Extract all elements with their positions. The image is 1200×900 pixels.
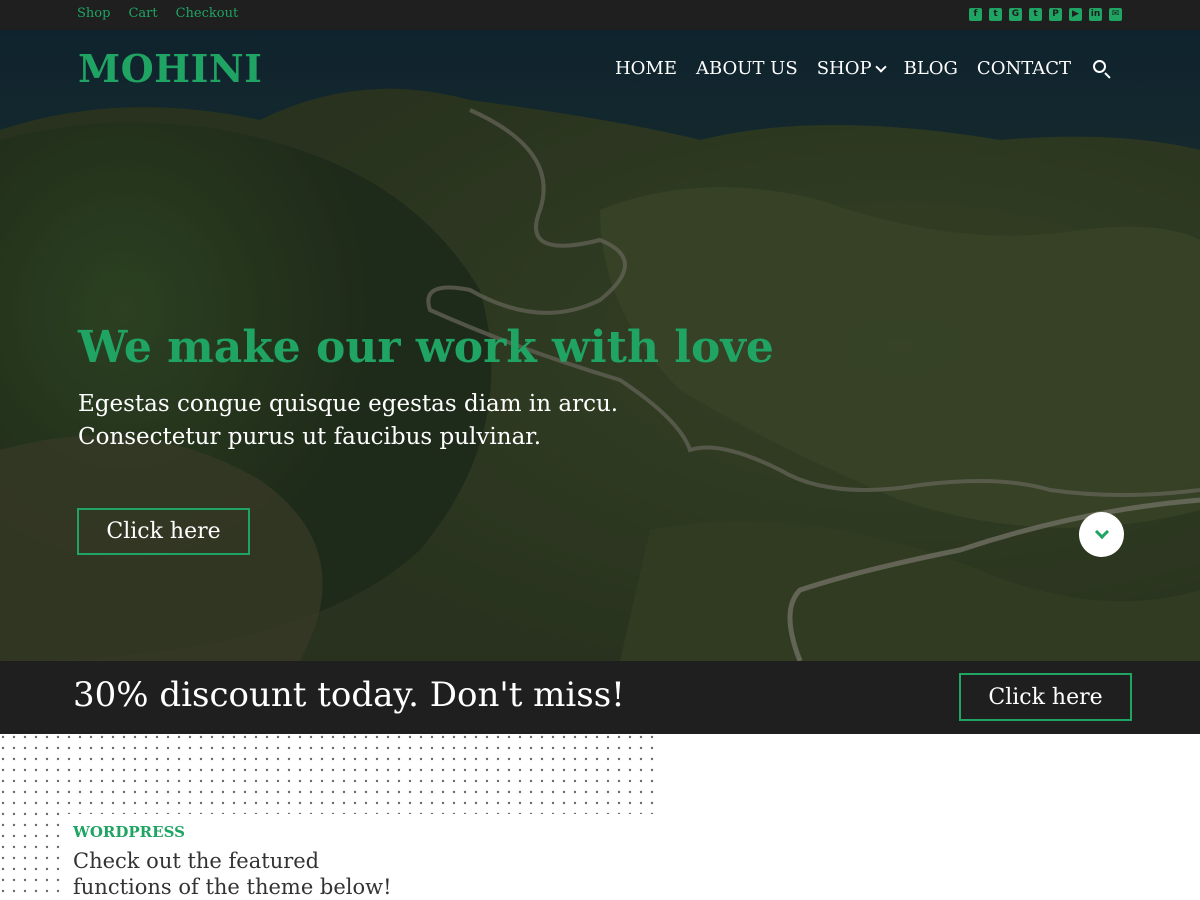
section-title-line-1: Check out the featured [73, 849, 320, 873]
nav-shop-label: SHOP [816, 58, 872, 79]
nav-contact[interactable]: CONTACT [977, 58, 1071, 79]
discount-banner: 30% discount today. Don't miss! Click he… [0, 661, 1200, 734]
top-link-shop[interactable]: Shop [77, 6, 110, 21]
search-icon[interactable] [1092, 59, 1112, 79]
discount-click-here-button[interactable]: Click here [959, 673, 1132, 721]
nav-about-us[interactable]: ABOUT US [696, 58, 798, 79]
section-kicker: WORDPRESS [73, 823, 191, 841]
top-link-checkout[interactable]: Checkout [176, 6, 239, 21]
main-nav: HOME ABOUT US SHOP BLOG CONTACT [615, 58, 1112, 79]
chevron-down-icon [1094, 524, 1109, 540]
twitter-icon[interactable]: t [989, 8, 1002, 21]
youtube-icon[interactable]: ▶ [1069, 8, 1082, 21]
google-icon[interactable]: G [1009, 8, 1022, 21]
discount-text: 30% discount today. Don't miss! [73, 675, 625, 715]
section-title: Check out the featured functions of the … [73, 848, 493, 900]
linkedin-icon[interactable]: in [1089, 8, 1102, 21]
tumblr-icon[interactable]: t [1029, 8, 1042, 21]
top-bar: Shop Cart Checkout f t G t P ▶ in ✉ [0, 0, 1200, 30]
top-links: Shop Cart Checkout [77, 6, 238, 21]
section-title-line-2: functions of the theme below! [73, 875, 392, 899]
hero-subtext: Egestas congue quisque egestas diam in a… [78, 388, 698, 454]
chevron-down-icon [874, 60, 887, 73]
scroll-down-button[interactable] [1079, 512, 1124, 557]
facebook-icon[interactable]: f [969, 8, 982, 21]
nav-shop[interactable]: SHOP [816, 58, 887, 79]
hero-headline: We make our work with love [78, 322, 774, 373]
nav-home[interactable]: HOME [615, 58, 677, 79]
hero-subtext-line-2: Consectetur purus ut faucibus pulvinar. [78, 424, 542, 450]
featured-section: WORDPRESS Check out the featured functio… [0, 734, 1200, 900]
hero-click-here-button[interactable]: Click here [77, 508, 250, 555]
site-logo[interactable]: MOHINI [78, 46, 262, 91]
hero-subtext-line-1: Egestas congue quisque egestas diam in a… [78, 391, 619, 417]
hero-section: MOHINI HOME ABOUT US SHOP BLOG CONTACT W… [0, 30, 1200, 661]
social-icons: f t G t P ▶ in ✉ [969, 8, 1122, 21]
email-icon[interactable]: ✉ [1109, 8, 1122, 21]
top-link-cart[interactable]: Cart [128, 6, 157, 21]
nav-blog[interactable]: BLOG [904, 58, 958, 79]
pinterest-icon[interactable]: P [1049, 8, 1062, 21]
